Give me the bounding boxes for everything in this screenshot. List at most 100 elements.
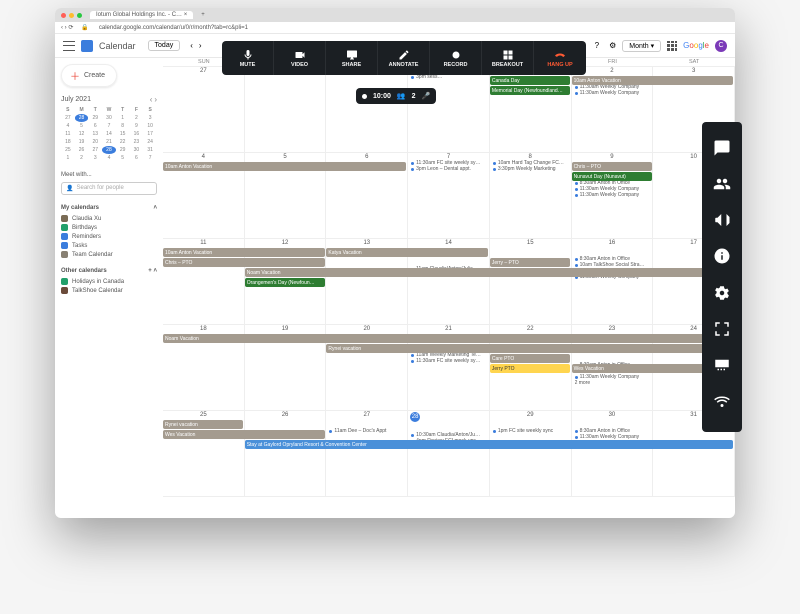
day-cell[interactable]: 308:30am Anton in Office11:30am Weekly C… (572, 411, 654, 496)
day-number: 29 (492, 412, 569, 418)
annotate-button[interactable]: ANNOTATE (378, 41, 430, 75)
back-icon[interactable]: ‹ (61, 25, 63, 31)
view-dropdown[interactable]: Month ▾ (622, 40, 661, 52)
settings-gear-icon[interactable] (713, 284, 731, 307)
new-tab-button[interactable]: + (201, 12, 205, 18)
event-item[interactable]: 11:30am Weekly Company (575, 90, 650, 96)
day-cell[interactable]: 29 (326, 67, 408, 152)
calendar-checkbox[interactable]: Team Calendar (61, 251, 157, 258)
multiday-event[interactable]: Jerry – PTO (490, 258, 570, 267)
calendar-checkbox[interactable]: Reminders (61, 233, 157, 240)
multiday-event[interactable]: 10am Anton Vacation (163, 162, 406, 171)
day-cell[interactable]: 810am Hard Tag Change FC…3:30pm Weekly M… (490, 153, 572, 238)
info-icon[interactable] (713, 247, 731, 270)
person-icon: 👤 (66, 185, 73, 192)
prev-month-icon[interactable]: ‹ (190, 41, 193, 50)
window-controls[interactable] (61, 13, 82, 18)
event-item[interactable]: 3pm Leon – Dental appt. (411, 166, 486, 172)
day-number: 27 (328, 412, 405, 418)
event-item[interactable]: 11:30am Weekly Company (575, 192, 650, 198)
wifi-icon[interactable] (713, 392, 731, 415)
record-button[interactable]: RECORD (430, 41, 482, 75)
other-calendars-title: Other calendars (61, 268, 107, 274)
event-item[interactable]: 11:30am FC site weekly sy… (411, 358, 486, 364)
calendar-checkbox[interactable]: TalkShoe Calendar (61, 287, 157, 294)
chevron-up-icon[interactable]: ˄ (153, 205, 157, 211)
multiday-event[interactable]: Noam Vacation (245, 268, 734, 277)
video-button[interactable]: VIDEO (274, 41, 326, 75)
search-people-input[interactable]: 👤 Search for people (61, 182, 157, 195)
day-cell[interactable]: 303pm sess… (408, 67, 490, 152)
day-cell[interactable]: 26 (245, 411, 327, 496)
day-cell[interactable]: 711:30am FC site weekly sy…3pm Leon – De… (408, 153, 490, 238)
menu-icon[interactable] (63, 41, 75, 51)
event-bullet-icon (575, 86, 578, 89)
fullscreen-icon[interactable] (713, 320, 731, 343)
multiday-event[interactable]: Jerry PTO (490, 364, 570, 373)
share-button[interactable]: SHARE (326, 41, 378, 75)
forward-icon[interactable]: › (65, 25, 67, 31)
event-bullet-icon (411, 434, 414, 437)
day-cell[interactable]: 168:30am Anton in Office10am TalkShoe So… (572, 239, 654, 324)
calendar-label: TalkShoe Calendar (72, 288, 123, 294)
multiday-event[interactable]: 10am Anton Vacation (163, 248, 325, 257)
event-bullet-icon (575, 92, 578, 95)
participants-icon[interactable] (713, 175, 731, 198)
day-cell[interactable]: 29 1pm FC site weekly sync (490, 411, 572, 496)
event-item[interactable]: 2 more (575, 380, 650, 386)
megaphone-icon[interactable] (713, 211, 731, 234)
calendar-checkbox[interactable]: Claudia Xu (61, 215, 157, 222)
calendar-checkbox[interactable]: Tasks (61, 242, 157, 249)
settings-gear-icon[interactable]: ⚙ (609, 41, 616, 50)
mute-button[interactable]: MUTE (222, 41, 274, 75)
multiday-event[interactable]: Rynei vacation (326, 344, 733, 353)
user-avatar[interactable]: C (715, 40, 727, 52)
event-item[interactable]: 3:30pm Weekly Marketing (493, 166, 568, 172)
next-month-icon[interactable]: › (199, 41, 202, 50)
multiday-event[interactable]: Care PTO (490, 354, 570, 363)
lock-icon: 🔒 (81, 24, 88, 31)
chevron-up-icon[interactable]: ˄ (153, 268, 157, 274)
calendar-checkbox[interactable]: Holidays in Canada (61, 278, 157, 285)
multiday-event[interactable]: Chris – PTO (163, 258, 325, 267)
mini-next-icon[interactable]: › (154, 95, 157, 104)
multiday-event[interactable]: Katya Vacation (326, 248, 488, 257)
maximize-window-icon[interactable] (77, 13, 82, 18)
mini-prev-icon[interactable]: ‹ (150, 95, 153, 104)
calendar-checkbox[interactable]: Birthdays (61, 224, 157, 231)
day-cell[interactable]: 2810:30am Claudia/Anton/Ju…4pm Review FC… (408, 411, 490, 496)
chat-icon[interactable] (713, 139, 731, 162)
create-button[interactable]: ＋ Create (61, 64, 117, 87)
close-window-icon[interactable] (61, 13, 66, 18)
multiday-event[interactable]: Rynei vacation (163, 420, 243, 429)
multiday-event[interactable]: Nunavut Day (Nunavut) (572, 172, 652, 181)
layout-icon[interactable] (713, 356, 731, 379)
multiday-event[interactable]: Stay at Gaylord Opryland Resort & Conven… (245, 440, 734, 449)
breakout-button[interactable]: BREAKOUT (482, 41, 534, 75)
day-cell[interactable]: 27 (163, 67, 245, 152)
meet-with-label: Meet with... (61, 172, 157, 178)
today-button[interactable]: Today (148, 40, 181, 51)
day-cell[interactable]: 27 11am Dee – Doc's Appt (326, 411, 408, 496)
apps-grid-icon[interactable] (667, 41, 677, 51)
day-cell[interactable]: 28 (245, 67, 327, 152)
address-bar[interactable]: ‹ › ⟳ 🔒 calendar.google.com/calendar/u/0… (55, 22, 735, 34)
event-item[interactable]: 11am Dee – Doc's Appt (329, 428, 404, 434)
multiday-event[interactable]: Canada Day (490, 76, 570, 85)
day-cell[interactable]: 15 (490, 239, 572, 324)
help-icon[interactable]: ? (595, 41, 599, 50)
multiday-event[interactable]: Wes Vacation (163, 430, 325, 439)
minimize-window-icon[interactable] (69, 13, 74, 18)
event-item[interactable]: 1pm FC site weekly sync (493, 428, 568, 434)
add-calendar-icon[interactable]: + (148, 268, 152, 274)
reload-icon[interactable]: ⟳ (68, 24, 73, 31)
multiday-event[interactable]: Memorial Day (Newfoundland… (490, 86, 570, 95)
multiday-event[interactable]: Orangemen's Day (Newfoun… (245, 278, 325, 287)
day-number: 5 (247, 154, 324, 160)
mini-calendar[interactable]: SMTWTFS272829301234567891011121314151617… (61, 106, 157, 162)
hangup-button[interactable]: HANG UP (534, 41, 586, 75)
multiday-event[interactable]: 10am Anton Vacation (572, 76, 734, 85)
browser-tab[interactable]: Iotum Global Holdings Inc. - C… × (90, 11, 193, 19)
multiday-event[interactable]: Chris – PTO (572, 162, 652, 171)
multiday-event[interactable]: Noam Vacation (163, 334, 733, 343)
